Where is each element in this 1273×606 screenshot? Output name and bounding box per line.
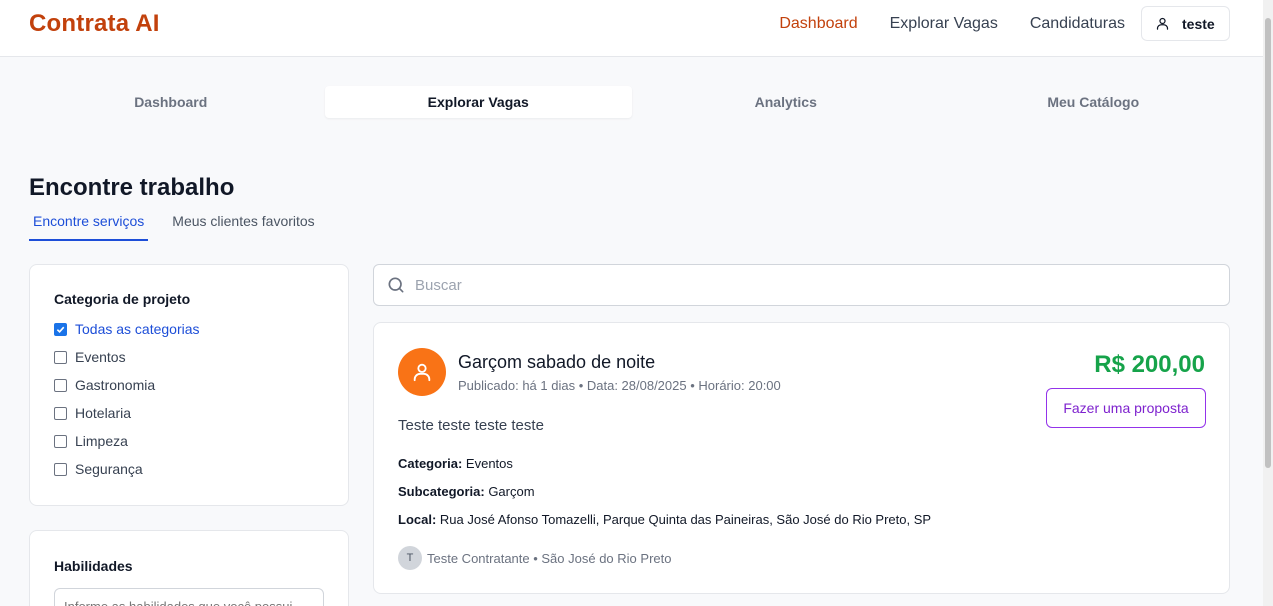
category-option-limpeza[interactable]: Limpeza [54,427,348,455]
search-input[interactable] [415,276,1195,294]
category-option-label: Gastronomia [75,377,156,393]
job-title[interactable]: Garçom sabado de noite [458,352,655,373]
category-option-hotelaria[interactable]: Hotelaria [54,399,348,427]
tab-meu-catalogo[interactable]: Meu Catálogo [940,86,1248,118]
user-menu-button[interactable]: teste [1141,6,1230,41]
subtab-encontre-servicos[interactable]: Encontre serviços [29,207,149,241]
job-meta: Publicado: há 1 dias • Data: 28/08/2025 … [458,378,781,393]
job-category-value: Eventos [465,456,513,471]
category-option-eventos[interactable]: Eventos [54,343,348,371]
search-bar[interactable] [373,264,1230,306]
nav-explorar-vagas[interactable]: Explorar Vagas [890,15,998,33]
category-option-label: Limpeza [75,433,128,449]
category-filter-card: Categoria de projeto Todas as categorias… [29,264,349,506]
main-nav: Dashboard Explorar Vagas Candidaturas [779,0,1125,47]
page-scrollbar[interactable] [1263,0,1273,606]
section-tabs: Dashboard Explorar Vagas Analytics Meu C… [17,86,1247,118]
job-avatar [398,348,446,396]
skills-filter-title: Habilidades [54,558,133,574]
job-category: Categoria: Eventos [398,456,513,471]
tab-analytics[interactable]: Analytics [632,86,940,118]
job-category-label: Categoria: [398,456,463,471]
job-location-value: Rua José Afonso Tomazelli, Parque Quinta… [439,512,932,527]
tab-explorar-vagas[interactable]: Explorar Vagas [324,86,632,118]
scrollbar-thumb[interactable] [1265,18,1271,468]
job-client[interactable]: T Teste Contratante • São José do Rio Pr… [398,546,671,570]
top-bar: Contrata AI Dashboard Explorar Vagas Can… [0,0,1273,57]
nav-candidaturas[interactable]: Candidaturas [1030,15,1125,33]
tab-dashboard[interactable]: Dashboard [17,86,325,118]
skills-input[interactable] [54,588,324,606]
job-subcategory-value: Garçom [488,484,535,499]
checkbox[interactable] [54,406,67,420]
category-option-seguranca[interactable]: Segurança [54,455,348,483]
search-icon [388,277,404,293]
user-name: teste [1182,15,1215,32]
client-info: Teste Contratante • São José do Rio Pret… [427,550,672,566]
category-option-label: Eventos [75,349,126,365]
category-option-gastronomia[interactable]: Gastronomia [54,371,348,399]
checkbox[interactable] [54,378,67,392]
category-option-label: Todas as categorias [75,321,200,337]
job-subcategory: Subcategoria: Garçom [398,484,535,499]
category-option-todas[interactable]: Todas as categorias [54,315,348,343]
page-title: Encontre trabalho [29,174,235,201]
check-icon [56,326,65,333]
user-icon [1156,17,1169,30]
nav-dashboard[interactable]: Dashboard [779,15,857,33]
job-location-label: Local: [398,512,437,527]
job-card[interactable]: Garçom sabado de noite Publicado: há 1 d… [373,322,1230,594]
user-icon [413,363,431,382]
job-location: Local: Rua José Afonso Tomazelli, Parque… [398,512,931,527]
skills-filter-card: Habilidades [29,530,349,606]
brand-logo[interactable]: Contrata AI [29,10,160,38]
checkbox[interactable] [54,462,67,476]
checkbox[interactable] [54,434,67,448]
job-price: R$ 200,00 [1094,351,1205,378]
category-option-label: Hotelaria [75,405,132,421]
checkbox[interactable] [54,350,67,364]
make-proposal-button[interactable]: Fazer uma proposta [1046,388,1206,428]
client-avatar: T [398,546,422,570]
checkbox-checked[interactable] [54,322,67,336]
category-filter-title: Categoria de projeto [54,291,191,307]
subtabs: Encontre serviços Meus clientes favorito… [29,207,319,241]
category-option-label: Segurança [75,461,143,477]
subtab-clientes-favoritos[interactable]: Meus clientes favoritos [168,207,318,241]
job-description: Teste teste teste teste [398,417,544,434]
job-subcategory-label: Subcategoria: [398,484,485,499]
